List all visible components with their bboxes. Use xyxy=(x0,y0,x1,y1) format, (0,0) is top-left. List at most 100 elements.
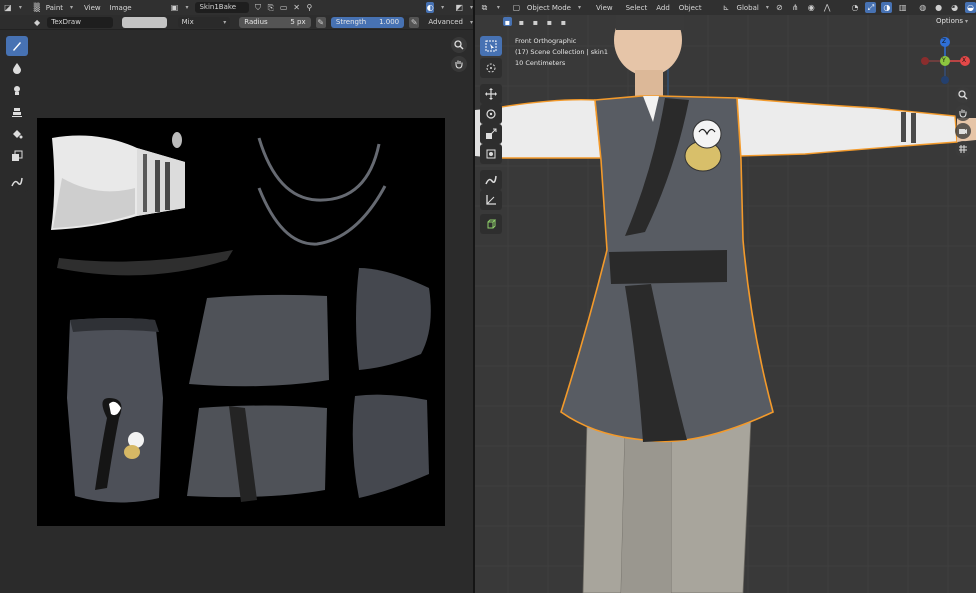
open-image-icon[interactable]: ▭ xyxy=(280,2,288,13)
shading-material-icon[interactable]: ◕ xyxy=(949,2,960,13)
pressure-icon[interactable]: ✎ xyxy=(409,16,420,28)
mask-icon[interactable] xyxy=(6,146,28,166)
editor-type-icon[interactable]: ⧉ xyxy=(479,2,490,13)
menu-object[interactable]: Object xyxy=(679,4,702,12)
chevron-down-icon: ▾ xyxy=(496,4,500,11)
menu-view[interactable]: View xyxy=(596,4,613,12)
image-browse-icon[interactable]: ▣ xyxy=(171,2,179,13)
measure-icon[interactable] xyxy=(480,190,502,210)
uv-island-collar xyxy=(257,185,387,246)
mode-select[interactable]: Object Mode xyxy=(527,4,571,12)
character-model xyxy=(475,0,976,593)
select-new-icon[interactable]: ▪ xyxy=(503,17,512,27)
select-invert-icon[interactable]: ▪ xyxy=(545,17,554,27)
clone-icon[interactable] xyxy=(6,102,28,122)
chevron-down-icon: ▾ xyxy=(223,18,227,26)
paint-mode-icon: ▒ xyxy=(33,3,40,12)
strength-slider[interactable]: Strength 1.000 xyxy=(330,16,405,28)
navigation-gizmo[interactable]: Z X Y xyxy=(919,36,971,86)
editor-type-icon[interactable]: ◪ xyxy=(4,2,12,13)
xray-icon[interactable]: ▥ xyxy=(897,2,908,13)
viewport-header: ⧉ ▾ ▢ Object Mode ▾ View Select Add Object… xyxy=(475,0,976,15)
menu-select[interactable]: Select xyxy=(626,4,648,12)
menu-image[interactable]: Image xyxy=(110,4,132,12)
fill-icon[interactable] xyxy=(6,124,28,144)
select-subtract-icon[interactable]: ▪ xyxy=(531,17,540,27)
overlay-toggle-icon[interactable]: ◑ xyxy=(881,2,893,13)
brush-icon: ◆ xyxy=(34,17,41,27)
cursor-icon[interactable] xyxy=(480,58,502,78)
radius-slider[interactable]: Radius 5 px xyxy=(239,16,311,28)
ortho-toggle-icon[interactable] xyxy=(955,141,971,157)
visibility-icon[interactable]: ◔ xyxy=(850,2,861,13)
pan-hand-icon[interactable] xyxy=(451,56,467,72)
annotate-icon[interactable] xyxy=(480,170,502,190)
gizmo-z-label: Z xyxy=(942,38,947,45)
zoom-icon[interactable] xyxy=(955,87,971,103)
object-mode-icon: ▢ xyxy=(512,3,521,12)
chevron-down-icon: ▾ xyxy=(185,4,189,11)
chevron-down-icon: ▾ xyxy=(577,4,581,11)
soften-icon[interactable] xyxy=(6,58,28,78)
zoom-icon[interactable] xyxy=(451,37,467,53)
pan-hand-icon[interactable] xyxy=(955,105,971,121)
brush-name-field[interactable]: TexDraw xyxy=(47,16,113,28)
strength-label: Strength xyxy=(335,17,367,26)
uv-island-side-right-lower xyxy=(352,394,429,498)
gizmo-toggle-icon[interactable]: ⤢ xyxy=(865,2,877,13)
select-extend-icon[interactable]: ▪ xyxy=(517,17,526,27)
snap-icon[interactable]: ⋔ xyxy=(790,2,801,13)
3d-viewport-pane[interactable]: ⧉ ▾ ▢ Object Mode ▾ View Select Add Object… xyxy=(475,0,976,593)
image-display-icon[interactable]: ◐ xyxy=(426,2,435,13)
rotate-icon[interactable] xyxy=(480,104,502,124)
select-intersect-icon[interactable]: ▪ xyxy=(559,17,568,27)
advanced-menu[interactable]: Advanced xyxy=(428,18,463,26)
proportional-edit-icon[interactable]: ◉ xyxy=(806,2,817,13)
grid-scale-label: 10 Centimeters xyxy=(515,59,566,67)
viewport-subheader: ▪ ▪ ▪ ▪ ▪ Options ▾ xyxy=(475,15,976,28)
transform-icon[interactable] xyxy=(480,144,502,164)
image-editor-pane: ◪ ▾ ▒ Paint ▾ View Image ▣ ▾ Skin1Bake ⛉ ⎘ … xyxy=(0,0,473,593)
chevron-down-icon: ▾ xyxy=(964,18,968,25)
annotate-icon[interactable] xyxy=(6,172,28,192)
view-name-label: Front Orthographic xyxy=(515,37,577,45)
close-icon[interactable]: ✕ xyxy=(293,2,301,13)
draw-brush-icon[interactable] xyxy=(6,36,28,56)
blend-mode-select[interactable]: Mix ▾ xyxy=(177,16,231,28)
radius-value: 5 px xyxy=(290,17,306,26)
image-name-field[interactable]: Skin1Bake xyxy=(195,2,250,13)
blend-mode-value: Mix xyxy=(181,17,194,26)
uv-island-sleeve xyxy=(51,135,185,230)
uv-island-front-lower xyxy=(187,405,327,502)
pin-icon[interactable]: ⚲ xyxy=(305,2,313,13)
mode-select[interactable]: Paint xyxy=(46,4,63,12)
options-menu[interactable]: Options ▾ xyxy=(931,16,972,27)
menu-add[interactable]: Add xyxy=(656,4,670,12)
gizmo-toggle-icon[interactable]: ◩ xyxy=(455,2,463,13)
uv-island-ear xyxy=(172,132,182,148)
viewport-canvas[interactable] xyxy=(475,0,976,593)
uv-texture-canvas[interactable] xyxy=(37,118,445,526)
shading-solid-icon[interactable]: ● xyxy=(933,2,944,13)
select-box-icon[interactable] xyxy=(480,36,502,56)
shading-wireframe-icon[interactable]: ◍ xyxy=(917,2,928,13)
collection-info-label: (17) Scene Collection | skin1 xyxy=(515,48,608,56)
shading-rendered-icon[interactable]: ◒ xyxy=(965,2,976,13)
fake-user-icon[interactable]: ⛉ xyxy=(254,2,262,13)
uv-island-collar xyxy=(257,137,381,202)
add-cube-icon[interactable] xyxy=(480,214,502,234)
uv-island-side-right-upper xyxy=(356,268,431,370)
pivot-icon[interactable]: ⊘ xyxy=(774,2,785,13)
move-icon[interactable] xyxy=(480,84,502,104)
scale-icon[interactable] xyxy=(480,124,502,144)
gizmo-y-label: Y xyxy=(942,57,946,64)
camera-view-icon[interactable] xyxy=(955,123,971,139)
new-image-icon[interactable]: ⎘ xyxy=(267,2,275,13)
menu-view[interactable]: View xyxy=(84,4,101,12)
falloff-icon[interactable]: ⋀ xyxy=(822,2,833,13)
smear-icon[interactable] xyxy=(6,80,28,100)
pressure-icon[interactable]: ✎ xyxy=(315,16,326,28)
transform-orientation-select[interactable]: Global xyxy=(737,4,759,12)
uv-island-front-skirt xyxy=(189,294,329,387)
brush-color-swatch[interactable] xyxy=(121,16,167,28)
